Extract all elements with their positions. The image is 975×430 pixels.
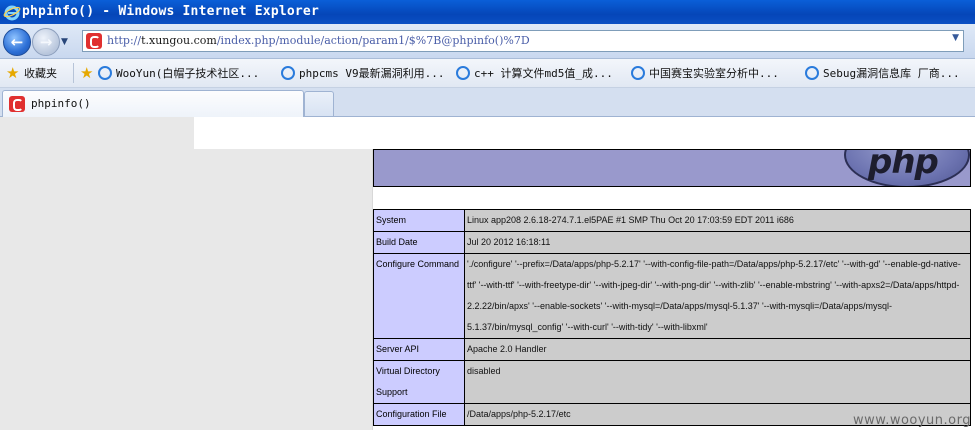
favorites-label: 收藏夹 [24,67,57,80]
navigation-bar: ← → ▼ http://t.xungou.com/index.php/modu… [0,24,975,59]
info-key: Virtual Directory Support [373,360,465,404]
forward-button[interactable]: → [32,28,60,56]
page-icon [456,66,470,80]
php-logo: php [844,149,970,186]
new-tab-button[interactable] [304,91,334,116]
info-key: Configure Command [373,253,465,339]
add-favorite-star-icon: ★ [80,64,94,82]
recent-pages-dropdown-icon[interactable]: ▼ [61,37,68,47]
favorites-divider [73,63,74,83]
page-icon [98,66,112,80]
favorite-link-md5[interactable]: c++ 计算文件md5值_成... [456,65,613,81]
url-prefix: http:// [107,34,142,47]
url-host: t.xungou.com [141,34,217,47]
info-value: Linux app208 2.6.18-274.7.1.el5PAE #1 SM… [464,209,971,232]
info-value: disabled [464,360,971,404]
favorite-label: WooYun(白帽子技术社区... [116,67,260,80]
internet-explorer-icon [3,5,21,21]
tab-phpinfo[interactable]: phpinfo() [2,90,304,117]
phpinfo-header: php [373,149,971,187]
forward-arrow-icon: → [39,33,53,51]
info-value: Jul 20 2012 16:18:11 [464,231,971,254]
phpinfo-table: System Linux app208 2.6.18-274.7.1.el5PA… [373,209,971,426]
favorite-label: phpcms V9最新漏洞利用... [299,67,445,80]
favorite-link-wooyun[interactable]: ★ WooYun(白帽子技术社区... [80,65,259,81]
table-row: Configure Command './configure' '--prefi… [373,253,971,339]
info-value: './configure' '--prefix=/Data/apps/php-5… [464,253,971,339]
back-button[interactable]: ← [3,28,31,56]
info-key: Configuration File [373,403,465,426]
watermark: www.wooyun.org [852,413,971,428]
table-row: System Linux app208 2.6.18-274.7.1.el5PA… [373,209,971,232]
url-path: /index.php/module/action/param1/$%7B@php… [216,34,530,47]
table-row: Server API Apache 2.0 Handler [373,338,971,361]
window-title-bar: phpinfo() - Windows Internet Explorer [0,0,975,24]
site-favicon-icon [86,33,102,49]
favorite-label: 中国赛宝实验室分析中... [649,67,779,80]
address-dropdown-icon[interactable]: ▼ [952,33,959,43]
tab-favicon-icon [9,96,25,112]
page-content: php System Linux app208 2.6.18-274.7.1.e… [0,117,975,430]
favorites-button[interactable]: ★ 收藏夹 [6,65,57,81]
tab-label: phpinfo() [31,97,91,110]
address-bar[interactable]: http://t.xungou.com/index.php/module/act… [82,30,964,52]
favorite-label: c++ 计算文件md5值_成... [474,67,613,80]
table-row: Virtual Directory Support disabled [373,360,971,404]
page-icon [281,66,295,80]
info-value: Apache 2.0 Handler [464,338,971,361]
favorite-link-sebug[interactable]: Sebug漏洞信息库 厂商... [805,65,960,81]
favorite-link-saibao[interactable]: 中国赛宝实验室分析中... [631,65,779,81]
back-arrow-icon: ← [10,33,24,51]
window-title: phpinfo() - Windows Internet Explorer [22,4,319,19]
favorites-star-icon: ★ [6,64,20,82]
favorite-link-phpcms[interactable]: phpcms V9最新漏洞利用... [281,65,444,81]
page-top-strip [0,117,194,149]
page-icon [805,66,819,80]
php-logo-text: php [868,149,939,182]
info-key: Build Date [373,231,465,254]
tab-bar: phpinfo() [0,88,975,117]
address-url[interactable]: http://t.xungou.com/index.php/module/act… [107,34,530,47]
page-icon [631,66,645,80]
info-key: Server API [373,338,465,361]
page-left-area [0,149,373,430]
info-key: System [373,209,465,232]
favorites-bar: ★ 收藏夹 ★ WooYun(白帽子技术社区... phpcms V9最新漏洞利用.… [0,59,975,88]
table-row: Build Date Jul 20 2012 16:18:11 [373,231,971,254]
favorite-label: Sebug漏洞信息库 厂商... [823,67,960,80]
